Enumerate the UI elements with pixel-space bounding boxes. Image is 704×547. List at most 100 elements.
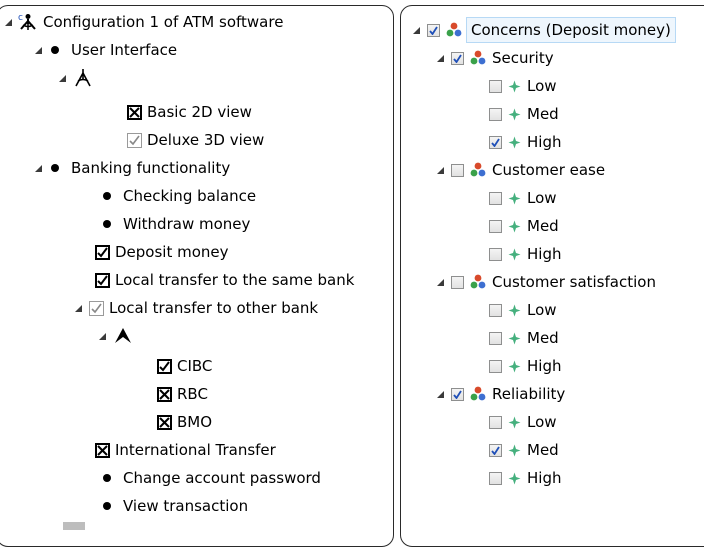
level-icon <box>508 472 521 485</box>
level-icon <box>508 332 521 345</box>
concern-label: Reliability <box>492 385 566 403</box>
alternative-group-icon <box>73 68 93 88</box>
unchecked-checkbox[interactable] <box>489 107 502 121</box>
unchecked-checkbox[interactable] <box>489 471 502 485</box>
concern-level-row[interactable]: Low <box>489 74 557 98</box>
concern-icon <box>470 162 486 178</box>
excluded-checkbox[interactable] <box>157 414 172 430</box>
tree-row-root[interactable]: c Configuration 1 of ATM software <box>3 10 283 34</box>
level-icon <box>508 360 521 373</box>
unchecked-checkbox[interactable] <box>489 191 502 205</box>
level-icon <box>508 304 521 317</box>
excluded-checkbox[interactable] <box>95 442 110 458</box>
checked-checkbox[interactable] <box>157 358 172 374</box>
tree-row-view-transaction[interactable]: View transaction <box>101 494 248 518</box>
tree-row-deposit-money[interactable]: Deposit money <box>95 240 229 264</box>
expand-arrow-icon[interactable] <box>435 270 445 294</box>
tree-row-user-interface[interactable]: User Interface <box>33 38 177 62</box>
level-icon <box>508 108 521 121</box>
concern-level-row[interactable]: Med <box>489 438 559 462</box>
tree-row-ui-alternative-group[interactable] <box>57 66 99 90</box>
concern-level-row[interactable]: Med <box>489 326 559 350</box>
concern-level-row[interactable]: High <box>489 466 561 490</box>
selected-checkbox[interactable] <box>89 300 104 316</box>
level-label: Low <box>527 189 557 207</box>
tree-row-rbc[interactable]: RBC <box>157 382 208 406</box>
expand-arrow-icon[interactable] <box>411 18 421 42</box>
unchecked-checkbox[interactable] <box>489 415 502 429</box>
cut-off-row-indicator <box>63 522 85 530</box>
tree-row-cibc[interactable]: CIBC <box>157 354 212 378</box>
level-label: Med <box>527 329 559 347</box>
concern-row[interactable]: Customer satisfaction <box>435 270 656 294</box>
level-icon <box>508 416 521 429</box>
expand-arrow-icon[interactable] <box>435 158 445 182</box>
unchecked-checkbox[interactable] <box>489 359 502 373</box>
level-icon <box>508 136 521 149</box>
tree-row-deluxe-3d-view[interactable]: Deluxe 3D view <box>127 128 264 152</box>
concern-icon <box>470 386 486 402</box>
feature-configuration-panel: c Configuration 1 of ATM software User I… <box>0 5 394 547</box>
feature-label: Deposit money <box>115 243 229 261</box>
expand-arrow-icon[interactable] <box>57 66 67 90</box>
or-group-icon <box>113 327 133 345</box>
tree-row-international-transfer[interactable]: International Transfer <box>95 438 276 462</box>
tree-row-bmo[interactable]: BMO <box>157 410 212 434</box>
selected-checkbox[interactable] <box>127 132 142 148</box>
level-label: Med <box>527 105 559 123</box>
feature-label: RBC <box>177 385 208 403</box>
concern-level-row[interactable]: Low <box>489 186 557 210</box>
feature-label: Withdraw money <box>123 215 251 233</box>
tree-row-change-account-password[interactable]: Change account password <box>101 466 321 490</box>
excluded-checkbox[interactable] <box>127 104 142 120</box>
tree-row-basic-2d-view[interactable]: Basic 2D view <box>127 100 252 124</box>
level-label: Med <box>527 441 559 459</box>
expand-arrow-icon[interactable] <box>435 46 445 70</box>
concern-row[interactable]: Security <box>435 46 554 70</box>
tree-row-banking-functionality[interactable]: Banking functionality <box>33 156 230 180</box>
checked-checkbox[interactable] <box>95 272 110 288</box>
unchecked-checkbox[interactable] <box>489 79 502 93</box>
checked-checkbox[interactable] <box>451 387 464 401</box>
checked-checkbox[interactable] <box>427 23 440 37</box>
concern-level-row[interactable]: Med <box>489 102 559 126</box>
level-icon <box>508 220 521 233</box>
checked-checkbox[interactable] <box>451 51 464 65</box>
unchecked-checkbox[interactable] <box>489 331 502 345</box>
level-icon <box>508 248 521 261</box>
concern-level-row[interactable]: High <box>489 130 561 154</box>
checked-checkbox[interactable] <box>95 244 110 260</box>
expand-arrow-icon[interactable] <box>33 38 43 62</box>
expand-arrow-icon[interactable] <box>97 324 107 348</box>
concern-icon <box>446 22 462 38</box>
concern-level-row[interactable]: Low <box>489 410 557 434</box>
unchecked-checkbox[interactable] <box>489 219 502 233</box>
concern-row[interactable]: Customer ease <box>435 158 605 182</box>
concern-label: Customer satisfaction <box>492 273 656 291</box>
expand-arrow-icon[interactable] <box>435 382 445 406</box>
unchecked-checkbox[interactable] <box>489 247 502 261</box>
unchecked-checkbox[interactable] <box>451 163 464 177</box>
checked-checkbox[interactable] <box>489 135 502 149</box>
unchecked-checkbox[interactable] <box>451 275 464 289</box>
expand-arrow-icon[interactable] <box>3 10 13 34</box>
tree-row-checking-balance[interactable]: Checking balance <box>101 184 256 208</box>
tree-row-local-transfer-other-bank[interactable]: Local transfer to other bank <box>73 296 318 320</box>
concern-row[interactable]: Reliability <box>435 382 565 406</box>
unchecked-checkbox[interactable] <box>489 303 502 317</box>
concern-level-row[interactable]: Low <box>489 298 557 322</box>
tree-row-withdraw-money[interactable]: Withdraw money <box>101 212 250 236</box>
concerns-root-row[interactable]: Concerns (Deposit money) <box>411 17 676 43</box>
expand-arrow-icon[interactable] <box>73 296 83 320</box>
expand-arrow-icon[interactable] <box>33 156 43 180</box>
mandatory-feature-icon <box>103 502 111 510</box>
checked-checkbox[interactable] <box>489 443 502 457</box>
tree-row-bank-or-group[interactable] <box>97 324 139 348</box>
concern-level-row[interactable]: Med <box>489 214 559 238</box>
concerns-panel: Concerns (Deposit money) Security Low Med Hi… <box>400 5 704 547</box>
concern-level-row[interactable]: High <box>489 242 561 266</box>
concern-level-row[interactable]: High <box>489 354 561 378</box>
tree-row-local-transfer-same-bank[interactable]: Local transfer to the same bank <box>95 268 354 292</box>
mandatory-feature-icon <box>51 46 59 54</box>
excluded-checkbox[interactable] <box>157 386 172 402</box>
